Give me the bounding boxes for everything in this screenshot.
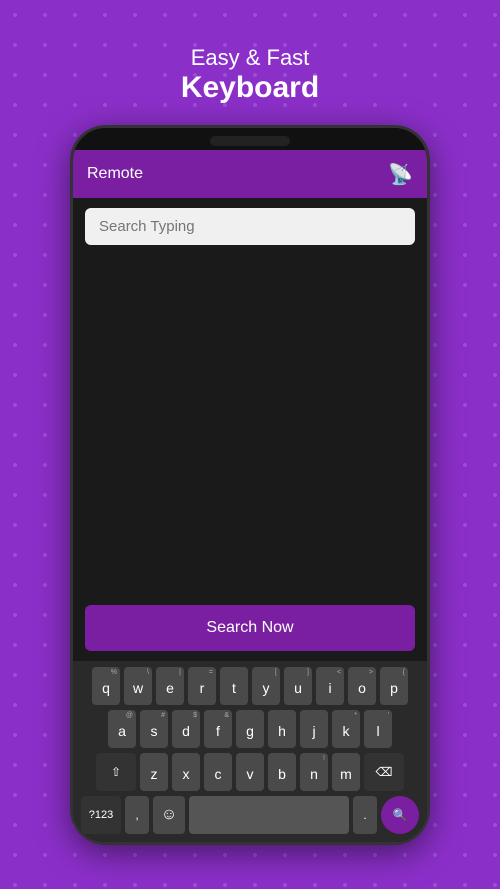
key-v[interactable]: v: [236, 753, 264, 791]
key-k[interactable]: *k: [332, 710, 360, 748]
key-u[interactable]: ]u: [284, 667, 312, 705]
key-h[interactable]: h: [268, 710, 296, 748]
phone-notch-area: [73, 128, 427, 150]
key-e[interactable]: |e: [156, 667, 184, 705]
key-d[interactable]: $d: [172, 710, 200, 748]
search-input[interactable]: [85, 208, 415, 245]
search-now-area: Search Now: [73, 595, 427, 661]
app-screen: Remote 📡 Search Now %q \w |e =r t [y ]u …: [73, 150, 427, 842]
space-key[interactable]: [189, 796, 349, 834]
search-key[interactable]: 🔍: [381, 796, 419, 834]
key-t[interactable]: t: [220, 667, 248, 705]
period-key[interactable]: .: [353, 796, 377, 834]
key-y[interactable]: [y: [252, 667, 280, 705]
key-s[interactable]: #s: [140, 710, 168, 748]
cast-icon[interactable]: 📡: [388, 162, 413, 187]
keyboard-bottom-row: ?123 , ☺ . 🔍: [77, 796, 423, 838]
key-c[interactable]: c: [204, 753, 232, 791]
key-g[interactable]: g: [236, 710, 264, 748]
header-subtitle: Easy & Fast: [181, 45, 319, 71]
content-area: [73, 255, 427, 595]
header-title: Keyboard: [181, 71, 319, 105]
key-w[interactable]: \w: [124, 667, 152, 705]
key-j[interactable]: j: [300, 710, 328, 748]
search-now-button[interactable]: Search Now: [85, 605, 415, 651]
numbers-key[interactable]: ?123: [81, 796, 121, 834]
emoji-key[interactable]: ☺: [153, 796, 185, 834]
key-x[interactable]: x: [172, 753, 200, 791]
keyboard-row-3: ⇧ z x c v b !n m ⌫: [77, 753, 423, 791]
keyboard: %q \w |e =r t [y ]u <i >o {p @a #s $d &f…: [73, 661, 427, 842]
shift-key[interactable]: ⇧: [96, 753, 136, 791]
keyboard-row-1: %q \w |e =r t [y ]u <i >o {p: [77, 667, 423, 705]
backspace-key[interactable]: ⌫: [364, 753, 404, 791]
keyboard-row-2: @a #s $d &f g h j *k 'l: [77, 710, 423, 748]
comma-key[interactable]: ,: [125, 796, 149, 834]
key-m[interactable]: m: [332, 753, 360, 791]
key-f[interactable]: &f: [204, 710, 232, 748]
key-p[interactable]: {p: [380, 667, 408, 705]
key-n[interactable]: !n: [300, 753, 328, 791]
key-l[interactable]: 'l: [364, 710, 392, 748]
search-bar-area: [73, 198, 427, 255]
app-bar: Remote 📡: [73, 150, 427, 198]
phone-notch: [210, 136, 290, 146]
app-bar-title: Remote: [87, 165, 143, 183]
key-r[interactable]: =r: [188, 667, 216, 705]
key-o[interactable]: >o: [348, 667, 376, 705]
key-a[interactable]: @a: [108, 710, 136, 748]
key-b[interactable]: b: [268, 753, 296, 791]
key-z[interactable]: z: [140, 753, 168, 791]
page-header: Easy & Fast Keyboard: [181, 0, 319, 125]
phone-shell: Remote 📡 Search Now %q \w |e =r t [y ]u …: [70, 125, 430, 845]
key-i[interactable]: <i: [316, 667, 344, 705]
key-q[interactable]: %q: [92, 667, 120, 705]
